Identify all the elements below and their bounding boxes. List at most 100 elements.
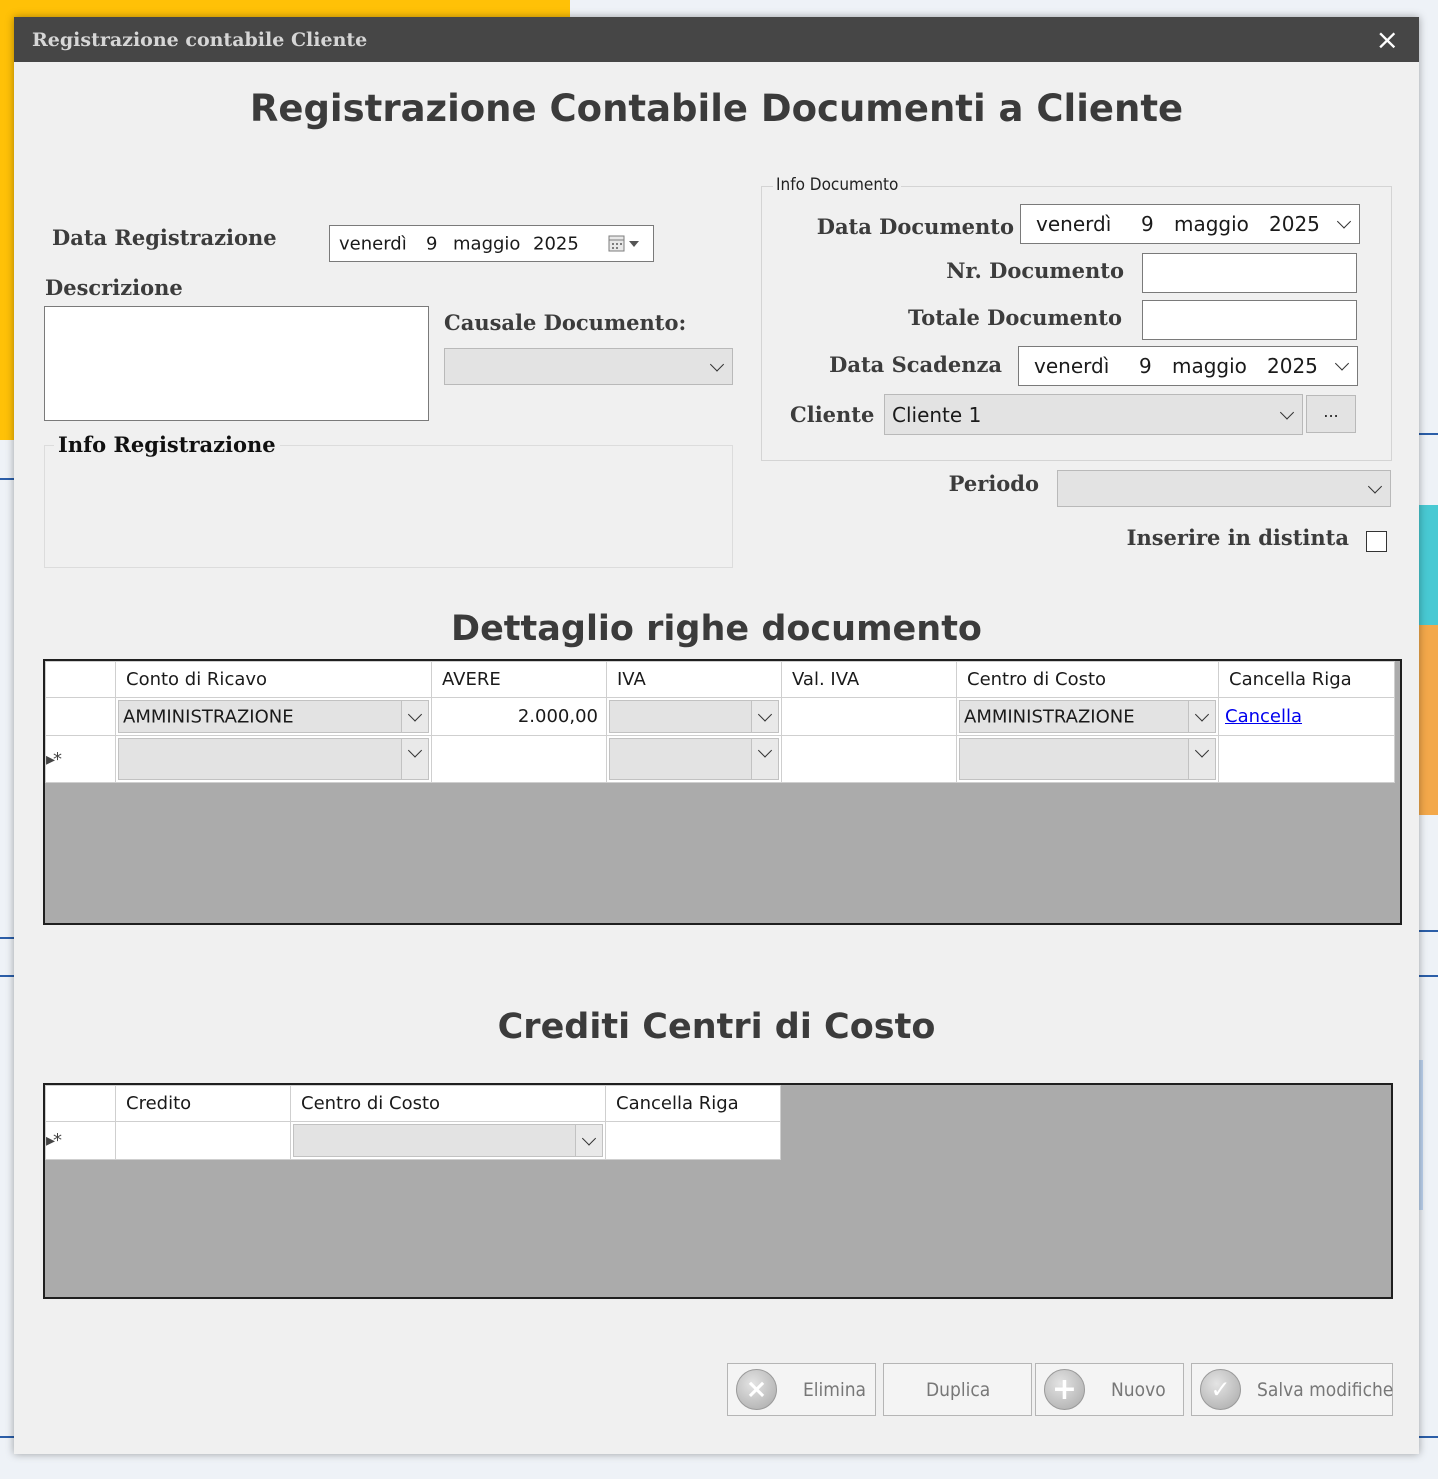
centro-costo-select[interactable]: AMMINISTRAZIONE xyxy=(959,700,1216,733)
centro-costo-select[interactable] xyxy=(293,1124,603,1157)
conto-cell[interactable] xyxy=(115,735,432,783)
date-month: maggio xyxy=(453,233,521,254)
background-teal-block xyxy=(1419,505,1438,625)
column-header-val-iva[interactable]: Val. IVA xyxy=(781,661,957,698)
cancella-cell[interactable] xyxy=(605,1121,781,1160)
dropdown-button[interactable] xyxy=(751,739,778,779)
background-divider xyxy=(0,478,14,480)
causale-select[interactable] xyxy=(444,348,733,385)
chevron-down-icon xyxy=(407,706,423,722)
new-row-marker[interactable]: ▸* xyxy=(45,1121,116,1160)
inserire-distinta-label: Inserire in distinta xyxy=(1126,525,1349,550)
row-header-corner xyxy=(45,1085,116,1122)
chevron-down-icon[interactable] xyxy=(1336,214,1352,229)
background-divider xyxy=(0,975,14,977)
new-row-marker[interactable]: ▸* xyxy=(45,735,116,783)
cliente-browse-button[interactable]: ... xyxy=(1306,395,1356,433)
cancella-cell xyxy=(1218,735,1395,783)
background-circle-fragment xyxy=(1419,1060,1438,1210)
table-header-row: Credito Centro di Costo Cancella Riga xyxy=(45,1085,781,1122)
column-header-avere[interactable]: AVERE xyxy=(431,661,607,698)
new-table-row: ▸* xyxy=(45,1121,781,1160)
chevron-down-icon[interactable] xyxy=(1334,356,1350,371)
background-divider xyxy=(1419,433,1438,435)
totale-documento-label: Totale Documento xyxy=(907,305,1122,330)
background-orange-block xyxy=(1419,625,1438,815)
periodo-label: Periodo xyxy=(948,471,1039,496)
avere-cell[interactable] xyxy=(431,735,607,783)
calendar-icon[interactable] xyxy=(608,235,644,253)
data-registrazione-picker[interactable]: venerdì 9 maggio 2025 xyxy=(329,225,654,262)
nuovo-button[interactable]: + Nuovo xyxy=(1035,1363,1184,1416)
info-documento-legend: Info Documento xyxy=(773,175,902,195)
close-icon[interactable]: × xyxy=(1376,23,1399,56)
row-header-corner xyxy=(45,661,116,698)
date-dayname: venerdì xyxy=(339,233,407,254)
centro-costo-cell[interactable] xyxy=(290,1121,606,1160)
data-documento-picker[interactable]: venerdì 9 maggio 2025 xyxy=(1020,204,1360,244)
iva-select[interactable] xyxy=(609,700,779,733)
inserire-distinta-checkbox[interactable] xyxy=(1366,531,1387,552)
dropdown-button[interactable] xyxy=(401,739,428,779)
cliente-label: Cliente xyxy=(790,402,875,427)
centro-costo-cell[interactable]: AMMINISTRAZIONE xyxy=(956,697,1219,736)
duplica-button[interactable]: Duplica xyxy=(883,1363,1032,1416)
delete-icon: × xyxy=(736,1369,777,1410)
column-header-centro-costo[interactable]: Centro di Costo xyxy=(290,1085,606,1122)
dropdown-button[interactable] xyxy=(751,701,778,732)
salva-button[interactable]: ✓ Salva modifiche xyxy=(1191,1363,1393,1416)
date-year: 2025 xyxy=(1269,212,1320,236)
totale-documento-input[interactable] xyxy=(1142,300,1357,340)
chevron-down-icon xyxy=(1367,478,1383,494)
dropdown-button[interactable] xyxy=(1188,701,1215,732)
val-iva-cell[interactable] xyxy=(781,735,957,783)
descrizione-textarea[interactable] xyxy=(44,306,429,421)
info-registrazione-label: Info Registrazione xyxy=(54,432,280,457)
avere-cell[interactable]: 2.000,00 xyxy=(431,697,607,736)
date-year: 2025 xyxy=(1267,354,1318,378)
row-header[interactable] xyxy=(45,697,116,736)
periodo-select[interactable] xyxy=(1057,470,1391,507)
plus-icon: + xyxy=(1044,1369,1085,1410)
elimina-button[interactable]: × Elimina xyxy=(727,1363,876,1416)
column-header-cancella[interactable]: Cancella Riga xyxy=(605,1085,781,1122)
centro-costo-select[interactable] xyxy=(959,738,1216,780)
date-day: 9 xyxy=(1141,212,1154,236)
iva-select[interactable] xyxy=(609,738,779,780)
column-header-centro-costo[interactable]: Centro di Costo xyxy=(956,661,1219,698)
conto-cell[interactable]: AMMINISTRAZIONE xyxy=(115,697,432,736)
conto-select[interactable] xyxy=(118,738,429,780)
date-dayname: venerdì xyxy=(1036,212,1112,236)
crediti-heading: Crediti Centri di Costo xyxy=(497,1007,936,1047)
data-registrazione-label: Data Registrazione xyxy=(52,225,277,250)
data-documento-label: Data Documento xyxy=(816,214,1014,239)
column-header-iva[interactable]: IVA xyxy=(606,661,782,698)
cancella-link[interactable]: Cancella xyxy=(1219,706,1302,727)
info-registrazione-group xyxy=(44,445,733,568)
iva-cell[interactable] xyxy=(606,735,782,783)
cancella-cell: Cancella xyxy=(1218,697,1395,736)
cliente-select[interactable]: Cliente 1 xyxy=(884,394,1303,435)
date-year: 2025 xyxy=(533,233,579,254)
dropdown-button[interactable] xyxy=(401,701,428,732)
column-header-credito[interactable]: Credito xyxy=(115,1085,291,1122)
dropdown-button[interactable] xyxy=(1188,739,1215,779)
conto-select[interactable]: AMMINISTRAZIONE xyxy=(118,700,429,733)
nr-documento-input[interactable] xyxy=(1142,253,1357,293)
column-header-conto[interactable]: Conto di Ricavo xyxy=(115,661,432,698)
dettaglio-table: Conto di Ricavo AVERE IVA Val. IVA Centr… xyxy=(45,661,1395,783)
checkmark-icon: ✓ xyxy=(1200,1369,1241,1410)
column-header-cancella[interactable]: Cancella Riga xyxy=(1218,661,1395,698)
data-scadenza-picker[interactable]: venerdì 9 maggio 2025 xyxy=(1018,346,1358,386)
chevron-down-icon xyxy=(581,1130,597,1146)
dropdown-button[interactable] xyxy=(575,1125,602,1156)
iva-cell[interactable] xyxy=(606,697,782,736)
dettaglio-grid: Conto di Ricavo AVERE IVA Val. IVA Centr… xyxy=(43,659,1402,925)
chevron-down-icon xyxy=(709,356,725,372)
val-iva-cell[interactable] xyxy=(781,697,957,736)
centro-costo-cell[interactable] xyxy=(956,735,1219,783)
credito-cell[interactable] xyxy=(115,1121,291,1160)
elimina-label: Elimina xyxy=(803,1378,867,1401)
nr-documento-label: Nr. Documento xyxy=(946,258,1124,283)
chevron-down-icon xyxy=(757,706,773,722)
